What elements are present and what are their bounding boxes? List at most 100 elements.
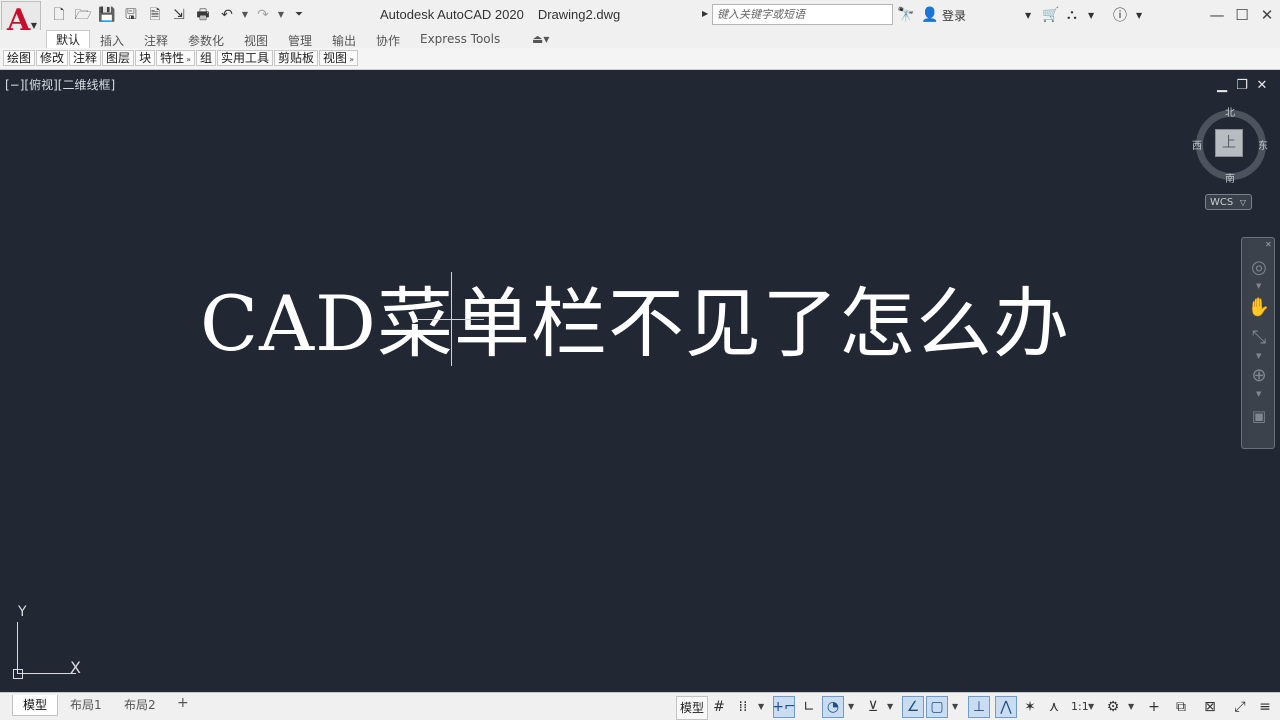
ribbon-tab-bar: 默认 插入 注释 参数化 视图 管理 输出 协作 Express Tools ⏏… xyxy=(0,30,1280,49)
help-icon[interactable]: ⓘ xyxy=(1113,5,1127,25)
panel-utilities[interactable]: 实用工具 xyxy=(217,50,274,66)
chevron-down-icon[interactable]: ▼ xyxy=(1256,282,1261,290)
ortho-icon[interactable]: ∟ xyxy=(798,696,820,718)
ucs-origin-box xyxy=(13,669,23,679)
compass-west[interactable]: 西 xyxy=(1192,137,1202,152)
grid-icon[interactable]: # xyxy=(708,696,730,718)
lineweight-icon[interactable]: ⊥ xyxy=(968,696,990,718)
isodraft-icon[interactable]: ⊻ xyxy=(862,696,884,718)
zoom-extents-icon[interactable]: ⤡ xyxy=(1247,326,1271,350)
add-layout-button[interactable]: + xyxy=(177,695,189,711)
panel-properties-label: 特性 xyxy=(160,51,185,65)
customize-qat-icon[interactable]: ⏷ xyxy=(288,5,310,25)
panel-block[interactable]: 块 xyxy=(135,50,156,66)
compass-east[interactable]: 东 xyxy=(1258,137,1268,152)
publish-icon[interactable]: 🗎 xyxy=(144,5,166,25)
a360-dropdown-icon[interactable]: ▼ xyxy=(1088,5,1094,25)
close-icon[interactable]: ✕ xyxy=(1265,240,1272,249)
search-input[interactable] xyxy=(712,4,893,25)
save-as-icon[interactable]: 🖫 xyxy=(120,5,142,25)
workspace-gear-icon[interactable]: ⚙ xyxy=(1102,696,1124,718)
graphics-performance-icon[interactable]: ⊠ xyxy=(1199,696,1221,718)
chevron-down-icon[interactable]: ▼ xyxy=(1088,702,1094,711)
chevron-down-icon[interactable]: ▼ xyxy=(1256,352,1261,360)
panel-layers[interactable]: 图层 xyxy=(102,50,135,66)
annotation-visibility-icon[interactable]: ⋀ xyxy=(995,696,1017,718)
model-space-button[interactable]: 模型 xyxy=(676,696,709,720)
wcs-label: WCS xyxy=(1210,197,1234,208)
tab-collaborate[interactable]: 协作 xyxy=(376,32,400,49)
open-folder-icon[interactable]: 🗁 xyxy=(72,5,94,25)
tab-layout2[interactable]: 布局2 xyxy=(114,695,166,715)
tab-layout1[interactable]: 布局1 xyxy=(60,695,112,715)
chevron-down-icon[interactable]: ▼ xyxy=(887,702,893,711)
panel-view[interactable]: 视图» xyxy=(319,50,358,66)
redo-icon[interactable]: ↷ xyxy=(252,5,274,25)
login-button[interactable]: 登录 xyxy=(942,7,966,24)
tab-parametric[interactable]: 参数化 xyxy=(188,32,224,49)
viewport-close-icon[interactable]: ✕ xyxy=(1254,78,1270,94)
customization-menu-icon[interactable]: ≡ xyxy=(1254,696,1276,718)
tab-express-tools[interactable]: Express Tools xyxy=(420,32,500,46)
tab-insert[interactable]: 插入 xyxy=(100,32,124,49)
tab-annotate[interactable]: 注释 xyxy=(144,32,168,49)
infer-constraints-icon[interactable]: +⌐ xyxy=(772,696,796,718)
tab-output[interactable]: 输出 xyxy=(332,32,356,49)
wcs-menu[interactable]: WCS ▽ xyxy=(1205,194,1252,210)
print-icon[interactable]: 🖶 xyxy=(192,5,214,25)
user-icon[interactable]: 👤 xyxy=(921,5,938,25)
viewcube-top-face[interactable]: 上 xyxy=(1215,129,1243,157)
chevron-down-icon[interactable]: ▼ xyxy=(1128,702,1134,711)
orbit-icon[interactable]: ⊕ xyxy=(1247,364,1271,388)
import-icon[interactable]: ⇲ xyxy=(168,5,190,25)
tab-default[interactable]: 默认 xyxy=(46,30,91,49)
binoculars-icon[interactable]: 🔭 xyxy=(897,5,914,25)
cart-icon[interactable]: 🛒 xyxy=(1042,5,1059,25)
a360-icon[interactable]: ⛬ xyxy=(1067,5,1077,25)
panel-groups[interactable]: 组 xyxy=(196,50,217,66)
redo-dropdown-icon[interactable]: ▼ xyxy=(276,5,286,25)
viewport-controls[interactable]: [−][俯视][二维线框] xyxy=(5,76,115,93)
compass-north[interactable]: 北 xyxy=(1225,104,1235,119)
undo-icon[interactable]: ↶ xyxy=(216,5,238,25)
annotation-scale-icon[interactable]: ⋏ xyxy=(1043,696,1065,718)
object-snap-icon[interactable]: ▢ xyxy=(926,696,948,718)
chevron-down-icon[interactable]: ▼ xyxy=(758,702,764,711)
annotation-monitor-icon[interactable]: + xyxy=(1143,696,1165,718)
ucs-x-label: X xyxy=(70,658,81,677)
annotation-scale-value[interactable]: 1:1 xyxy=(1071,700,1089,713)
panel-properties[interactable]: 特性» xyxy=(156,50,195,66)
tab-view[interactable]: 视图 xyxy=(244,32,268,49)
ribbon-display-toggle-icon[interactable]: ⏏▾ xyxy=(532,32,549,46)
undo-dropdown-icon[interactable]: ▼ xyxy=(240,5,250,25)
clean-screen-icon[interactable]: ⤢ xyxy=(1229,696,1251,718)
showmotion-icon[interactable]: ▣ xyxy=(1247,404,1271,428)
snap-icon[interactable]: ⁞⁞ xyxy=(732,696,754,718)
search-expand-icon[interactable]: ▶ xyxy=(702,9,708,18)
chevron-down-icon[interactable]: ▼ xyxy=(848,702,854,711)
close-icon[interactable]: ✕ xyxy=(1252,3,1280,27)
steering-wheel-icon[interactable]: ◎ xyxy=(1247,256,1271,280)
viewcube[interactable]: 上 北 南 东 西 xyxy=(1188,104,1272,188)
panel-modify[interactable]: 修改 xyxy=(36,50,69,66)
panel-annotation[interactable]: 注释 xyxy=(69,50,102,66)
chevron-down-icon[interactable]: ▼ xyxy=(952,702,958,711)
login-dropdown-icon[interactable]: ▼ xyxy=(1025,5,1031,25)
tab-manage[interactable]: 管理 xyxy=(288,32,312,49)
pan-hand-icon[interactable]: ✋ xyxy=(1247,296,1271,320)
viewport-minimize-icon[interactable]: ▁ xyxy=(1214,78,1230,94)
isolate-objects-icon[interactable]: ⧉ xyxy=(1170,696,1192,718)
tab-model[interactable]: 模型 xyxy=(12,695,59,716)
auto-scale-icon[interactable]: ✶ xyxy=(1019,696,1041,718)
save-icon[interactable]: 💾 xyxy=(96,5,118,25)
viewport-restore-icon[interactable]: ❐ xyxy=(1234,78,1250,94)
chevron-down-icon[interactable]: ▼ xyxy=(1256,390,1261,398)
panel-clipboard[interactable]: 剪贴板 xyxy=(274,50,319,66)
new-file-icon[interactable]: 🗋 xyxy=(48,5,70,25)
compass-south[interactable]: 南 xyxy=(1225,170,1235,185)
object-snap-tracking-icon[interactable]: ∠ xyxy=(902,696,924,718)
polar-tracking-icon[interactable]: ◔ xyxy=(822,696,844,718)
panel-draw[interactable]: 绘图 xyxy=(3,50,36,66)
help-dropdown-icon[interactable]: ▼ xyxy=(1136,5,1142,25)
drawing-text-object[interactable]: CAD菜单栏不见了怎么办 xyxy=(200,276,1070,372)
